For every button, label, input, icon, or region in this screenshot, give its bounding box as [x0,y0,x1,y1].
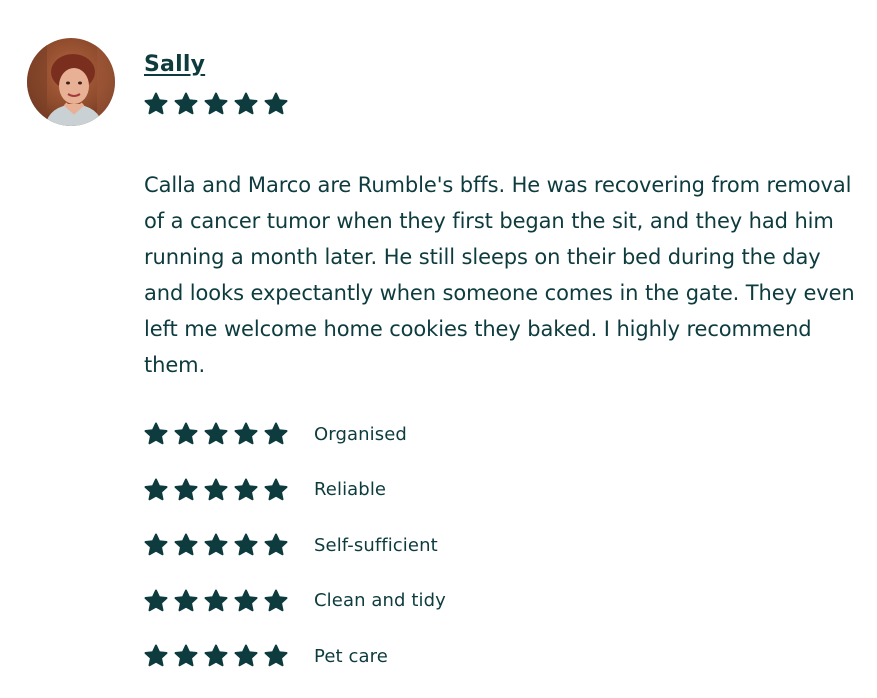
star-icon [264,589,288,611]
star-icon [204,533,228,556]
star-icon [144,533,168,556]
star-icon [174,92,198,115]
avatar-photo [27,38,115,126]
star-icon [234,644,258,667]
star-icon [144,589,168,611]
category-ratings-list: Organised Reliable Self-sufficient Clean an… [144,420,446,698]
star-icon [144,478,168,500]
category-rating-row: Pet care [144,642,446,670]
star-icon [234,92,258,115]
star-icon [264,422,288,445]
category-label: Self-sufficient [314,534,438,556]
star-icon [204,422,228,445]
star-icon [204,644,228,667]
star-icon [234,478,258,500]
avatar[interactable] [27,38,115,126]
star-icon [234,589,258,611]
star-icon [174,422,198,445]
star-icon [204,589,228,611]
star-icon [144,644,168,667]
category-rating-row: Clean and tidy [144,587,446,615]
star-icon [174,478,198,500]
star-icon [234,533,258,556]
star-icon [174,589,198,611]
star-icon [264,533,288,556]
category-rating-row: Organised [144,420,446,448]
category-rating-stars [144,533,288,557]
star-icon [264,644,288,667]
category-label: Pet care [314,645,388,667]
category-label: Reliable [314,479,387,500]
star-icon [204,92,228,115]
star-icon [174,644,198,667]
category-rating-row: Reliable [144,476,446,504]
category-label: Organised [314,423,407,445]
reviewer-name-link[interactable]: Sally [144,52,205,77]
category-rating-row: Self-sufficient [144,531,446,559]
category-label: Clean and tidy [314,590,446,611]
star-icon [204,478,228,500]
category-rating-stars [144,422,288,446]
star-icon [264,92,288,115]
category-rating-stars [144,644,288,668]
star-icon [264,478,288,500]
star-icon [144,92,168,115]
star-icon [144,422,168,445]
category-rating-stars [144,478,288,502]
star-icon [234,422,258,445]
review-text: Calla and Marco are Rumble's bffs. He wa… [144,173,855,377]
overall-rating-stars [144,92,288,116]
category-rating-stars [144,589,288,613]
star-icon [174,533,198,556]
